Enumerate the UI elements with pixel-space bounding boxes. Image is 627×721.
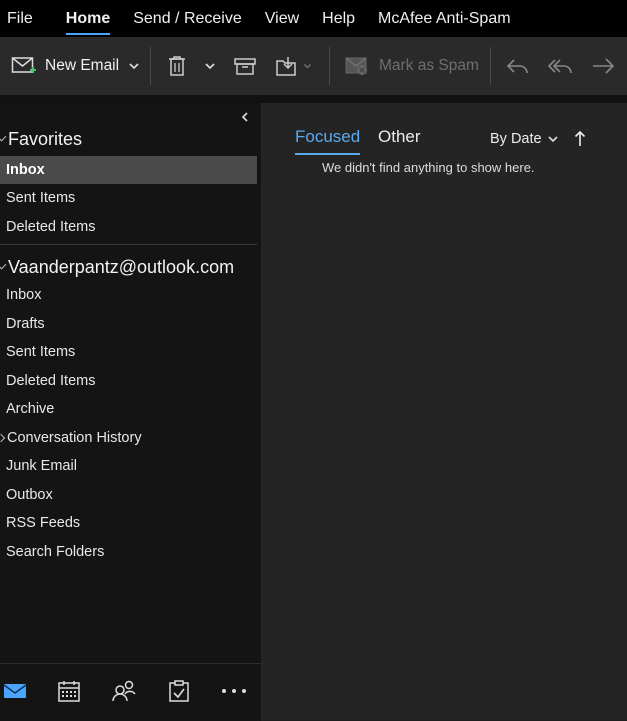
chevron-left-icon [240, 111, 250, 123]
ribbon-toolbar: New Email Mark as Spam [0, 37, 627, 103]
new-email-dropdown[interactable] [128, 37, 140, 95]
tasks-nav-button[interactable] [164, 676, 194, 706]
folder-label: Outbox [6, 487, 53, 503]
folder-label: Deleted Items [6, 219, 96, 235]
folder-drafts[interactable]: Drafts [0, 310, 257, 338]
calendar-icon [57, 679, 81, 703]
chevron-down-icon [128, 61, 140, 71]
chevron-down-icon [204, 61, 216, 71]
archive-icon [233, 55, 257, 77]
delete-button[interactable] [166, 37, 188, 95]
folder-pane: Favorites Inbox Sent Items Deleted Items… [0, 103, 261, 663]
reply-all-icon [547, 55, 575, 77]
tab-focused[interactable]: Focused [295, 127, 361, 155]
mark-as-spam-label: Mark as Spam [379, 57, 479, 74]
module-switcher [0, 663, 261, 721]
chevron-down-icon [0, 259, 7, 269]
folder-label: Archive [6, 401, 55, 417]
more-apps-button[interactable] [219, 676, 249, 706]
menu-bar: File Home Send / Receive View Help McAfe… [0, 0, 627, 37]
people-nav-button[interactable] [109, 676, 139, 706]
folder-label: Inbox [6, 162, 45, 178]
folder-label: Drafts [6, 316, 45, 332]
favorites-label: Favorites [8, 128, 83, 149]
folder-rss-feeds[interactable]: RSS Feeds [0, 509, 257, 537]
menu-view[interactable]: View [265, 10, 299, 28]
folder-label: Conversation History [7, 430, 142, 446]
account-label: Vaanderpantz@outlook.com [8, 256, 235, 277]
favorites-header[interactable]: Favorites [0, 125, 82, 153]
sort-direction-button[interactable] [574, 130, 586, 148]
favorites-deleted-items[interactable]: Deleted Items [0, 213, 257, 241]
chevron-right-icon[interactable] [0, 433, 6, 443]
reply-button[interactable] [505, 37, 531, 95]
favorites-inbox[interactable]: Inbox [0, 156, 257, 184]
forward-button[interactable] [591, 37, 617, 95]
mark-as-spam-button[interactable]: Mark as Spam [344, 37, 479, 95]
delete-dropdown[interactable] [204, 37, 216, 95]
folder-search-folders[interactable]: Search Folders [0, 538, 257, 566]
folder-outbox[interactable]: Outbox [0, 481, 257, 509]
new-email-label: New Email [45, 57, 120, 74]
reply-icon [505, 55, 531, 77]
folder-junk-email[interactable]: Junk Email [0, 452, 257, 480]
empty-state-message: We didn't find anything to show here. [322, 160, 535, 175]
folder-label: RSS Feeds [6, 515, 81, 531]
mail-icon [3, 682, 27, 700]
folder-deleted-items[interactable]: Deleted Items [0, 367, 257, 395]
arrow-up-icon [574, 130, 586, 148]
ribbon-divider [490, 47, 491, 85]
folder-conversation-history[interactable]: Conversation History [0, 424, 257, 452]
folder-label: Sent Items [6, 190, 76, 206]
new-email-icon [11, 55, 37, 77]
folder-inbox[interactable]: Inbox [0, 281, 257, 309]
menu-home[interactable]: Home [65, 10, 111, 35]
account-header[interactable]: Vaanderpantz@outlook.com [0, 253, 234, 281]
archive-button[interactable] [233, 37, 257, 95]
more-icon [221, 688, 247, 694]
menu-mcafee-anti-spam[interactable]: McAfee Anti-Spam [378, 10, 511, 28]
people-icon [111, 679, 137, 703]
folder-label: Deleted Items [6, 373, 96, 389]
new-email-button[interactable]: New Email [11, 37, 119, 95]
folder-sent-items[interactable]: Sent Items [0, 338, 257, 366]
folder-archive[interactable]: Archive [0, 395, 257, 423]
menu-help[interactable]: Help [322, 10, 355, 28]
menu-send-receive[interactable]: Send / Receive [133, 10, 242, 28]
folder-label: Junk Email [6, 458, 77, 474]
message-list-pane: Focused Other By Date We didn't find any… [261, 103, 627, 720]
spam-icon [344, 55, 370, 77]
move-to-folder-icon [275, 55, 299, 77]
trash-icon [166, 54, 188, 78]
sort-by-date-button[interactable]: By Date [490, 131, 559, 147]
chevron-down-icon [547, 134, 559, 144]
ribbon-divider [150, 47, 151, 85]
folder-label: Inbox [6, 287, 42, 303]
folder-label: Search Folders [6, 544, 105, 560]
menu-file[interactable]: File [7, 10, 33, 28]
sidebar-divider [0, 244, 257, 245]
favorites-sent-items[interactable]: Sent Items [0, 184, 257, 212]
tab-other[interactable]: Other [378, 127, 421, 147]
chevron-down-icon [303, 62, 312, 70]
chevron-down-icon [0, 131, 7, 141]
calendar-nav-button[interactable] [54, 676, 84, 706]
collapse-pane-button[interactable] [240, 111, 250, 123]
forward-icon [591, 55, 617, 77]
sort-label: By Date [490, 131, 542, 147]
ribbon-divider [329, 47, 330, 85]
tasks-icon [168, 679, 190, 703]
move-button[interactable] [275, 37, 312, 95]
folder-label: Sent Items [6, 344, 76, 360]
reply-all-button[interactable] [547, 37, 575, 95]
mail-nav-button[interactable] [0, 676, 30, 706]
